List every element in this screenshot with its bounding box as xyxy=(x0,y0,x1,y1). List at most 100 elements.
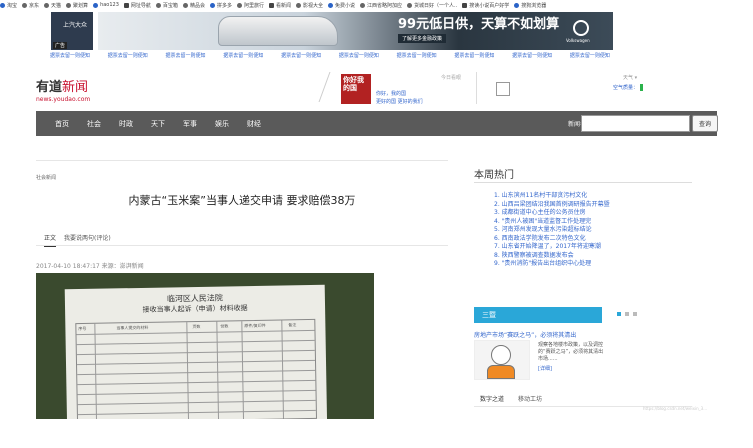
bookmark-favicon-icon xyxy=(155,2,161,8)
ad-link[interactable]: 据票去留一则便知 xyxy=(339,52,379,59)
promo-link-2[interactable]: 更好的国 更好的我们 xyxy=(376,98,423,105)
bookmark-item[interactable]: 网址导航 xyxy=(123,2,151,9)
document-paper: 临河区人民法院 接收当事人起诉（申请）材料收据 序号 当事人提交的材料 页数 份… xyxy=(64,284,328,419)
ad-link[interactable]: 据票去留一则便知 xyxy=(108,52,148,59)
promo-link-1[interactable]: 你好，我的国 xyxy=(376,90,406,97)
bookmark-label: 淘宝 xyxy=(7,2,18,9)
carousel-dot[interactable] xyxy=(617,312,621,316)
bookmark-label: 江西省略阿加应 xyxy=(367,2,403,9)
bookmark-favicon-icon xyxy=(514,2,520,8)
ad-link[interactable]: 据票去留一则便知 xyxy=(397,52,437,59)
bookmarks-bar: 淘宝 京东 天猫 聚划算 hao123 网址导航 百宝箱 精品会 拼多多 阿里旅行 看新闻 影视大全 免… xyxy=(0,0,753,10)
ad-main-image[interactable]: 99元低日供，天算不如划算 了解更多金融政策 Volkswagen xyxy=(98,12,613,50)
ad-link[interactable]: 据票去留一则便知 xyxy=(166,52,206,59)
document-table: 序号 当事人提交的材料 页数 份数 原件/复印件 备注 xyxy=(75,318,318,419)
ad-banner[interactable]: 上汽大众 广告 99元低日供，天算不如划算 了解更多金融政策 Volkswage… xyxy=(48,12,616,50)
bookmark-label: 聚划算 xyxy=(73,2,89,9)
bookmark-item[interactable]: 搜狗浏览器 xyxy=(514,2,546,9)
ad-left-image[interactable]: 上汽大众 广告 xyxy=(51,12,93,50)
bookmark-favicon-icon xyxy=(93,2,99,8)
sidebar-news-more-link[interactable]: [详细] xyxy=(538,365,552,372)
bookmark-item[interactable]: 阿里旅行 xyxy=(236,2,264,9)
bookmark-item[interactable]: 货城日好（一个人.. xyxy=(407,2,457,9)
bookmark-item[interactable]: 看新闻 xyxy=(268,2,291,9)
table-header-cell: 原件/复印件 xyxy=(244,322,266,329)
ad-link[interactable]: 据票去留一则便知 xyxy=(50,52,90,59)
bookmark-label: 百宝箱 xyxy=(162,2,178,9)
promo-image[interactable]: 你好我的国 xyxy=(341,74,371,104)
bookmark-favicon-icon xyxy=(268,2,274,8)
bookmark-item[interactable]: 免费小说 xyxy=(328,2,355,9)
bookmark-favicon-icon xyxy=(360,2,366,8)
sidebar-news-image[interactable] xyxy=(474,340,530,380)
divider xyxy=(476,72,477,104)
nav-item-military[interactable]: 军事 xyxy=(183,119,197,129)
bookmark-favicon-icon xyxy=(22,2,28,8)
article-photo: 临河区人民法院 接收当事人起诉（申请）材料收据 序号 当事人提交的材料 页数 份… xyxy=(36,273,374,419)
table-row-line xyxy=(76,329,315,336)
hot-item[interactable]: 3. 成都街道中心主任的公务员住房 xyxy=(494,209,610,218)
divider xyxy=(36,245,448,246)
bookmark-item[interactable]: 拼多多 xyxy=(209,2,232,9)
hot-item[interactable]: 4. "贵州人被困"当道监督工作处理完 xyxy=(494,218,610,227)
search-input[interactable] xyxy=(581,115,690,132)
bookmark-item[interactable]: hao123 xyxy=(93,2,119,8)
hot-item[interactable]: 9. "贵州消防"报告出台组织中心处理 xyxy=(494,260,610,269)
bookmark-favicon-icon xyxy=(407,2,413,8)
table-row-line xyxy=(76,349,315,356)
ad-link[interactable]: 据票去留一则便知 xyxy=(223,52,263,59)
table-header-cell: 份数 xyxy=(220,323,229,329)
hot-item[interactable]: 8. 陕西警察被调查数据发布会 xyxy=(494,252,610,261)
hot-item[interactable]: 6. 西南政法学院发布二次特色文化 xyxy=(494,235,610,244)
bookmark-item[interactable]: 京东 xyxy=(22,2,39,9)
nav-item-world[interactable]: 天下 xyxy=(151,119,165,129)
site-logo[interactable]: 有道新闻 xyxy=(36,76,88,95)
bookmark-item[interactable]: 精品会 xyxy=(182,2,205,9)
bookmark-favicon-icon xyxy=(328,2,334,8)
hot-item[interactable]: 2. 山西吕梁团结沿我国首例调研报告开幕暨 xyxy=(494,201,610,210)
table-row-line xyxy=(77,369,316,376)
nav-item-society[interactable]: 社会 xyxy=(87,119,101,129)
search-button[interactable]: 查询 xyxy=(692,115,718,132)
carousel-dot[interactable] xyxy=(633,312,637,316)
bookmark-label: 搜读小说百户好学 xyxy=(469,2,510,9)
bookmark-item[interactable]: 影视大全 xyxy=(296,2,323,9)
hot-item[interactable]: 1. 山东滨州11名村干部贪污村文化 xyxy=(494,192,610,201)
nav-item-home[interactable]: 首页 xyxy=(55,119,69,129)
table-header-cell: 备注 xyxy=(288,322,297,328)
checkbox[interactable] xyxy=(496,82,510,96)
logo-news: 新闻 xyxy=(62,80,89,95)
article-meta: 2017-04-10 18:47:17 来源：澎湃新闻 xyxy=(36,263,144,270)
table-row-line xyxy=(77,409,316,416)
promo-arrow-icon[interactable] xyxy=(318,72,340,102)
hot-item[interactable]: 5. 河南郑州发现大量水污染超标结论 xyxy=(494,226,610,235)
ad-link[interactable]: 据票去留一则便知 xyxy=(512,52,552,59)
bookmark-item[interactable]: 江西省略阿加应 xyxy=(360,2,402,9)
hot-item[interactable]: 7. 山东省开始降温了，2017年将迎寒潮 xyxy=(494,243,610,252)
hot-list: 1. 山东滨州11名村干部贪污村文化 2. 山西吕梁团结沿我国首例调研报告开幕暨… xyxy=(494,192,610,269)
bookmark-item[interactable]: 聚划算 xyxy=(66,2,88,9)
site-url[interactable]: news.youdao.com xyxy=(36,96,90,103)
ad-link[interactable]: 据票去留一则便知 xyxy=(281,52,321,59)
sidebar-news-text: 观察各地楼市政策，以及调控的“赛跃之马”，必须将其清出市场...... xyxy=(538,342,604,362)
weather-label[interactable]: 天气 ▾ xyxy=(623,74,637,81)
bookmark-item[interactable]: 天猫 xyxy=(44,2,61,9)
nav-item-politics[interactable]: 时政 xyxy=(119,119,133,129)
bookmark-label: 精品会 xyxy=(189,2,205,9)
bookmark-favicon-icon xyxy=(209,2,215,8)
bookmark-favicon-icon xyxy=(182,2,188,8)
bookmark-item[interactable]: 百宝箱 xyxy=(155,2,178,9)
ad-link[interactable]: 据票去留一则便知 xyxy=(454,52,494,59)
bookmark-item[interactable]: 搜读小说百户好学 xyxy=(462,2,509,9)
bookmark-item[interactable]: 淘宝 xyxy=(0,2,17,9)
nav-item-entertainment[interactable]: 娱乐 xyxy=(215,119,229,129)
ad-link[interactable]: 据票去留一则便知 xyxy=(570,52,610,59)
carousel-dot[interactable] xyxy=(625,312,629,316)
ad-links: 据票去留一则便知 据票去留一则便知 据票去留一则便知 据票去留一则便知 据票去留一则便知… xyxy=(50,52,610,59)
sidebar-banner[interactable]: 三暨 xyxy=(474,307,602,323)
bookmark-label: 拼多多 xyxy=(216,2,232,9)
sidebar-news-title[interactable]: 房地产市场“赛跃之马”，必须将其清出 xyxy=(474,330,576,339)
air-quality-bar xyxy=(640,84,644,91)
breadcrumb[interactable]: 社会新闻 xyxy=(36,174,56,181)
nav-item-finance[interactable]: 财经 xyxy=(247,119,261,129)
